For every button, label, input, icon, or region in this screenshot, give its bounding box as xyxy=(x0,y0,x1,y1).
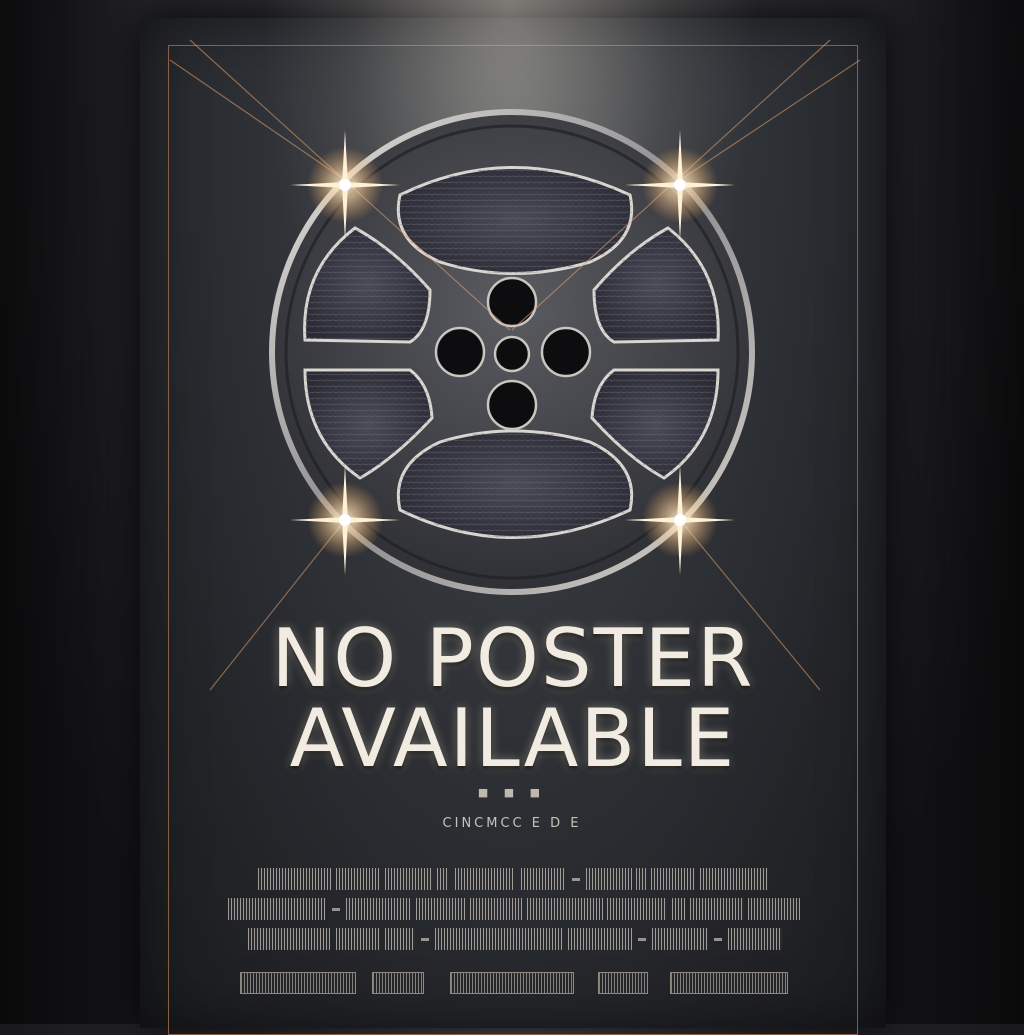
studio-logo-5 xyxy=(670,972,788,994)
studio-logo-3 xyxy=(450,972,574,994)
decorative-dots: ■ ■ ■ xyxy=(477,786,547,799)
studio-logo-4 xyxy=(598,972,648,994)
tagline: CINCMCC E D E xyxy=(442,816,582,831)
credits-row-2 xyxy=(0,898,1024,920)
credits-row-3 xyxy=(0,928,1024,950)
studio-logo-1 xyxy=(240,972,356,994)
studio-logo-2 xyxy=(372,972,424,994)
credits-row-1 xyxy=(0,868,1024,890)
headline-line-2: AVAILABLE xyxy=(289,692,737,785)
